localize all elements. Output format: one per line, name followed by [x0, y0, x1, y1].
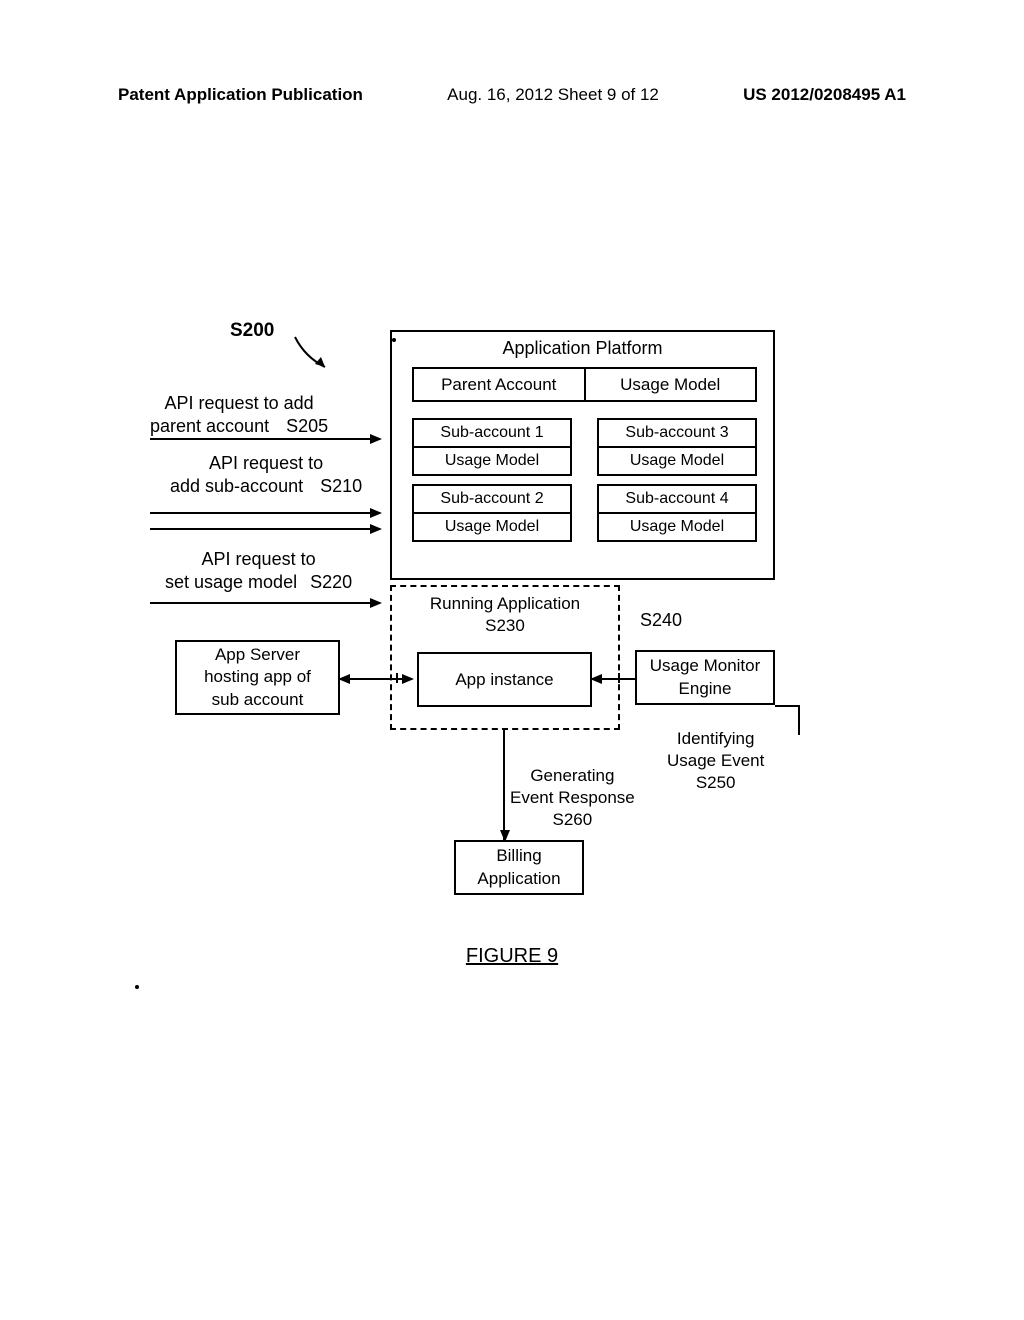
sub3-label: Sub-account 3	[599, 420, 755, 448]
app-instance-label: App instance	[455, 670, 553, 690]
dot	[135, 985, 139, 989]
usage-model-label: Usage Model	[599, 448, 755, 474]
arrow-icon	[150, 528, 380, 530]
connector-line	[775, 705, 800, 707]
bidirectional-arrow-icon	[340, 678, 412, 680]
identifying-usage-event-label: Identifying Usage Event S250	[667, 728, 764, 794]
api-request-add-parent: API request to add parent account S205	[150, 392, 328, 439]
billing-application-box: Billing Application	[454, 840, 584, 895]
generating-event-response-label: Generating Event Response S260	[510, 765, 635, 831]
application-platform-box: Application Platform Parent Account Usag…	[390, 330, 775, 580]
usage-monitor-box: Usage Monitor Engine	[635, 650, 775, 705]
api-req-3-line2: set usage model	[165, 572, 297, 592]
arrow-down-icon	[503, 730, 505, 840]
sub-account-2-box: Sub-account 2 Usage Model	[412, 484, 572, 542]
s230-label: S230	[392, 615, 618, 637]
sub-account-4-box: Sub-account 4 Usage Model	[597, 484, 757, 542]
api-req-2-line1: API request to	[170, 452, 362, 475]
generating-l1: Generating	[510, 765, 635, 787]
arrow-icon	[150, 438, 380, 440]
s260-label: S260	[510, 809, 635, 831]
running-app-title: Running Application S230	[392, 593, 618, 637]
api-req-3-line1: API request to	[165, 548, 352, 571]
diagram: S200 API request to add parent account S…	[140, 310, 900, 940]
s240-label: S240	[640, 610, 682, 631]
identifying-l1: Identifying	[667, 728, 764, 750]
usage-model-label: Usage Model	[414, 514, 570, 540]
app-server-l3: sub account	[204, 689, 311, 711]
connector-line	[798, 705, 800, 735]
billing-l1: Billing	[477, 845, 560, 867]
s250-label: S250	[667, 772, 764, 794]
usage-monitor-l1: Usage Monitor	[650, 655, 761, 677]
api-req-1-line1: API request to add	[150, 392, 328, 415]
sub-col-left: Sub-account 1 Usage Model Sub-account 2 …	[412, 418, 572, 550]
app-server-box: App Server hosting app of sub account	[175, 640, 340, 715]
api-req-1-line2: parent account	[150, 416, 269, 436]
usage-monitor-l2: Engine	[650, 678, 761, 700]
app-server-l2: hosting app of	[204, 666, 311, 688]
arrow-icon	[150, 602, 380, 604]
s205-label: S205	[286, 416, 328, 436]
header-right: US 2012/0208495 A1	[743, 85, 906, 105]
page-header: Patent Application Publication Aug. 16, …	[0, 85, 1024, 105]
platform-title: Application Platform	[392, 338, 773, 359]
api-request-add-sub: API request to add sub-account S210	[170, 452, 362, 499]
sub-account-3-box: Sub-account 3 Usage Model	[597, 418, 757, 476]
api-request-set-usage: API request to set usage model S220	[165, 548, 352, 595]
header-center: Aug. 16, 2012 Sheet 9 of 12	[447, 85, 659, 105]
arrow-icon	[150, 512, 380, 514]
app-instance-box: App instance	[417, 652, 592, 707]
sub-account-1-box: Sub-account 1 Usage Model	[412, 418, 572, 476]
s200-label: S200	[230, 320, 274, 342]
app-server-l1: App Server	[204, 644, 311, 666]
sub4-label: Sub-account 4	[599, 486, 755, 514]
s210-label: S210	[320, 476, 362, 496]
s200-arrow-icon	[290, 332, 340, 387]
figure-label: FIGURE 9	[0, 945, 1024, 968]
tick-icon	[618, 673, 620, 683]
parent-account-box: Parent Account Usage Model	[412, 367, 757, 402]
arrow-icon	[592, 678, 635, 680]
usage-model-label: Usage Model	[414, 448, 570, 474]
api-req-2-line2: add sub-account	[170, 476, 303, 496]
identifying-l2: Usage Event	[667, 750, 764, 772]
header-left: Patent Application Publication	[118, 85, 363, 105]
usage-model-label: Usage Model	[599, 514, 755, 540]
sub-accounts: Sub-account 1 Usage Model Sub-account 2 …	[412, 418, 757, 550]
tick-icon	[396, 673, 398, 683]
running-application-box: Running Application S230 App instance	[390, 585, 620, 730]
sub2-label: Sub-account 2	[414, 486, 570, 514]
billing-l2: Application	[477, 868, 560, 890]
generating-l2: Event Response	[510, 787, 635, 809]
parent-account-label: Parent Account	[414, 369, 586, 400]
sub-col-right: Sub-account 3 Usage Model Sub-account 4 …	[597, 418, 757, 550]
running-app-l1: Running Application	[392, 593, 618, 615]
sub1-label: Sub-account 1	[414, 420, 570, 448]
usage-model-label: Usage Model	[586, 369, 756, 400]
s220-label: S220	[310, 572, 352, 592]
